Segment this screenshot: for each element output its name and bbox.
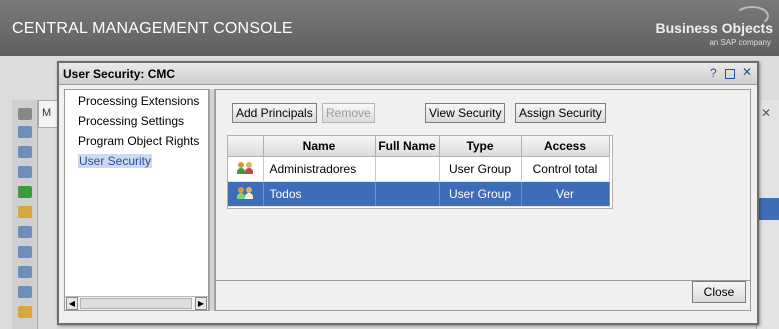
dialog-content-panel: Add Principals Remove View Security Assi… xyxy=(215,89,751,281)
column-header-type[interactable]: Type xyxy=(439,136,522,157)
dialog-title: User Security: CMC xyxy=(63,67,176,81)
table-row[interactable]: Todos User Group Ver xyxy=(228,181,610,207)
add-principals-button[interactable]: Add Principals xyxy=(232,103,317,123)
table-header-row: Name Full Name Type Access xyxy=(228,136,610,157)
business-objects-logo: Business Objects an SAP company xyxy=(643,6,773,50)
users-icon[interactable] xyxy=(18,286,32,298)
scroll-right-icon[interactable]: ▶ xyxy=(195,297,207,310)
column-header-name[interactable]: Name xyxy=(263,136,376,157)
search-icon[interactable] xyxy=(18,226,32,238)
database-icon[interactable] xyxy=(18,166,32,178)
remove-button[interactable]: Remove xyxy=(322,103,375,123)
folder-icon[interactable] xyxy=(18,126,32,138)
folder-icon[interactable] xyxy=(18,306,32,318)
cell-name: Administradores xyxy=(263,156,376,182)
dialog-nav-panel: Processing Extensions Processing Setting… xyxy=(64,89,209,311)
background-tab[interactable]: M xyxy=(38,100,58,128)
help-icon[interactable]: ? xyxy=(710,66,717,80)
table-row[interactable]: Administradores User Group Control total xyxy=(228,156,610,182)
close-icon[interactable]: ✕ xyxy=(761,106,771,120)
network-icon[interactable] xyxy=(18,186,32,198)
logo-subtitle: an SAP company xyxy=(709,38,771,47)
scroll-left-icon[interactable]: ◀ xyxy=(66,297,78,310)
cell-name: Todos xyxy=(263,181,376,207)
app-header: CENTRAL MANAGEMENT CONSOLE Business Obje… xyxy=(0,0,779,56)
up-arrow-icon[interactable] xyxy=(18,108,32,120)
close-button[interactable]: Close xyxy=(692,281,746,303)
mail-icon[interactable] xyxy=(18,146,32,158)
nav-horizontal-scrollbar[interactable]: ◀ ▶ xyxy=(65,296,208,310)
cell-full-name xyxy=(375,181,440,207)
star-icon[interactable] xyxy=(18,206,32,218)
app-title: CENTRAL MANAGEMENT CONSOLE xyxy=(12,20,293,37)
cell-access: Ver xyxy=(521,181,610,207)
user-group-icon xyxy=(237,161,254,176)
background-left-toolbar xyxy=(12,100,38,329)
dialog-titlebar[interactable]: User Security: CMC ? ✕ xyxy=(59,63,757,85)
maximize-icon[interactable] xyxy=(725,69,735,79)
icon-column-header xyxy=(228,136,264,157)
nav-item-processing-extensions[interactable]: Processing Extensions xyxy=(78,94,199,108)
close-icon[interactable]: ✕ xyxy=(742,65,752,79)
column-header-full-name[interactable]: Full Name xyxy=(375,136,440,157)
principals-table: Name Full Name Type Access Administrador… xyxy=(227,135,613,209)
row-icon-cell xyxy=(228,156,264,182)
cell-type: User Group xyxy=(439,181,522,207)
user-group-icon xyxy=(237,186,254,201)
nav-item-program-object-rights[interactable]: Program Object Rights xyxy=(78,134,199,148)
view-security-button[interactable]: View Security xyxy=(425,103,506,123)
background-selected-row[interactable] xyxy=(757,198,779,220)
cell-type: User Group xyxy=(439,156,522,182)
nav-item-user-security[interactable]: User Security xyxy=(78,154,153,168)
scrollbar-thumb[interactable] xyxy=(80,298,192,309)
row-icon-cell xyxy=(228,181,264,207)
user-security-dialog: User Security: CMC ? ✕ Processing Extens… xyxy=(57,61,759,325)
cell-full-name xyxy=(375,156,440,182)
cell-access: Control total xyxy=(521,156,610,182)
logo-brand: Business Objects xyxy=(655,20,774,36)
background-right-panel: ✕ xyxy=(756,100,779,329)
server-icon[interactable] xyxy=(18,246,32,258)
nav-item-processing-settings[interactable]: Processing Settings xyxy=(78,114,184,128)
dialog-footer: Close xyxy=(215,281,751,311)
assign-security-button[interactable]: Assign Security xyxy=(515,103,606,123)
column-header-access[interactable]: Access xyxy=(521,136,610,157)
settings-icon[interactable] xyxy=(18,266,32,278)
